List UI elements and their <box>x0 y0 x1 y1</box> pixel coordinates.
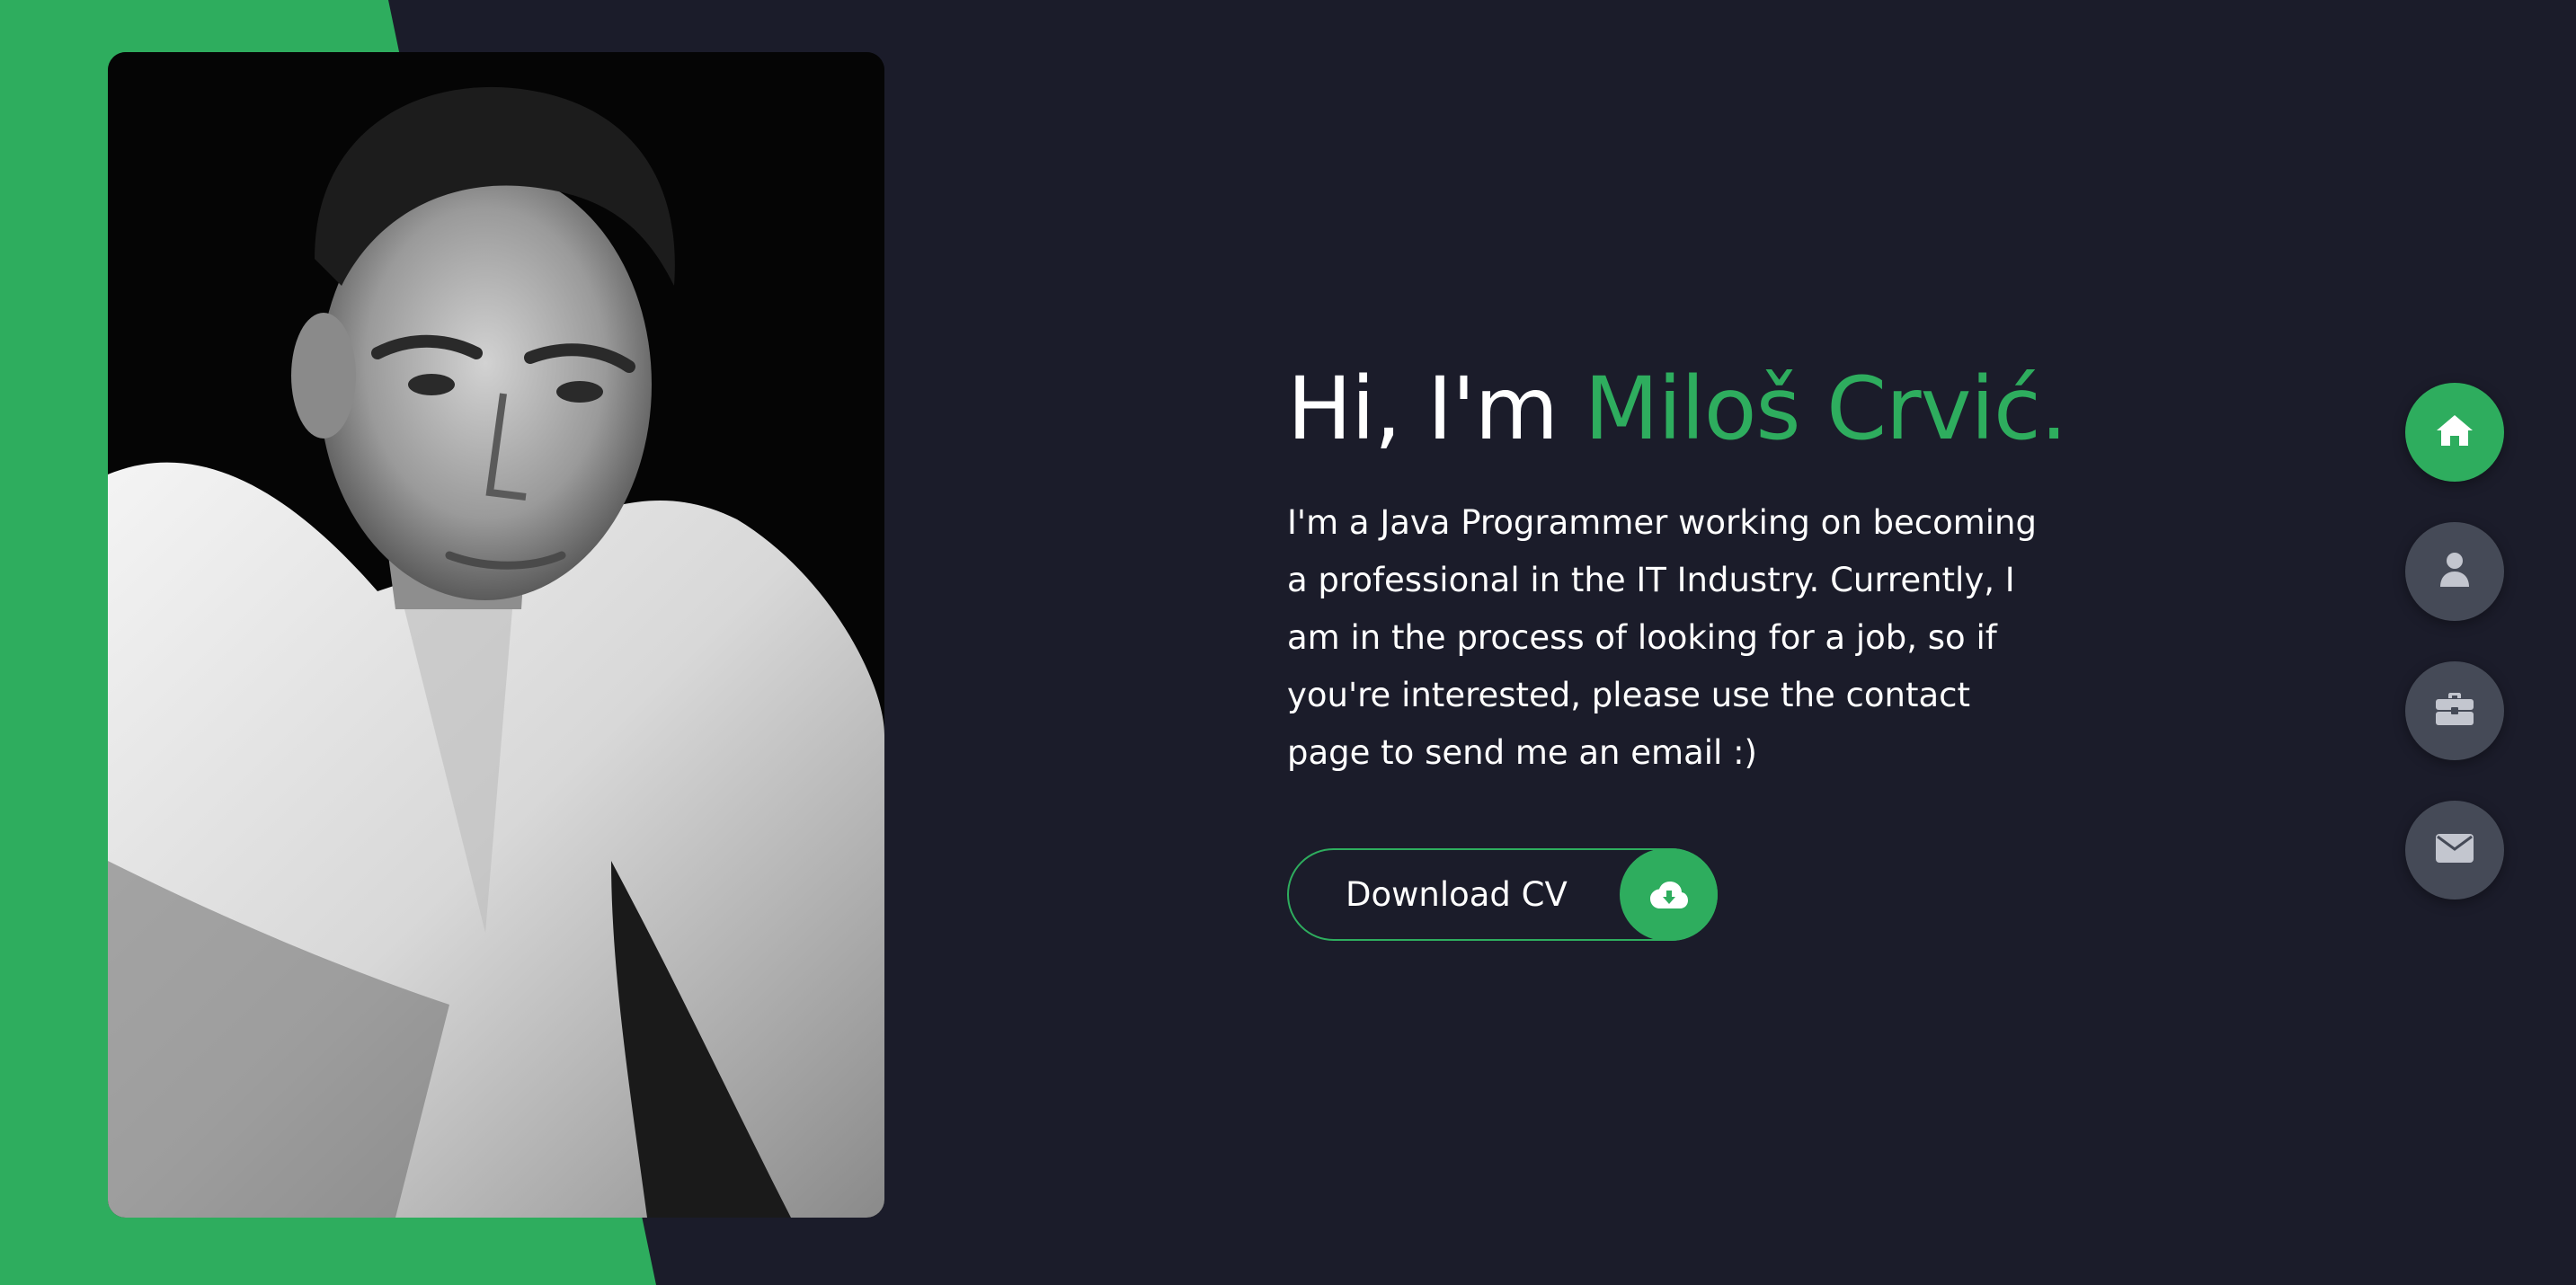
side-navigation <box>2405 383 2504 940</box>
home-page: Hi, I'm Miloš Crvić. I'm a Java Programm… <box>0 0 2576 1285</box>
hero-section: Hi, I'm Miloš Crvić. I'm a Java Programm… <box>1287 350 2078 941</box>
envelope-icon <box>2436 834 2474 866</box>
cloud-download-icon <box>1620 848 1718 941</box>
hero-heading: Hi, I'm Miloš Crvić. <box>1287 350 2078 467</box>
home-icon <box>2435 413 2474 451</box>
briefcase-icon <box>2436 693 2474 729</box>
user-icon <box>2439 552 2470 591</box>
nav-contact-button[interactable] <box>2405 801 2504 900</box>
hero-name: Miloš Crvić. <box>1584 359 2068 459</box>
nav-about-button[interactable] <box>2405 522 2504 621</box>
greeting-text: Hi, I'm <box>1287 359 1585 459</box>
download-cv-button[interactable]: Download CV <box>1287 848 1718 941</box>
hero-bio: I'm a Java Programmer working on becomin… <box>1287 503 2037 772</box>
download-cv-label: Download CV <box>1346 875 1568 914</box>
nav-portfolio-button[interactable] <box>2405 661 2504 760</box>
profile-photo <box>108 52 884 1218</box>
nav-home-button[interactable] <box>2405 383 2504 482</box>
